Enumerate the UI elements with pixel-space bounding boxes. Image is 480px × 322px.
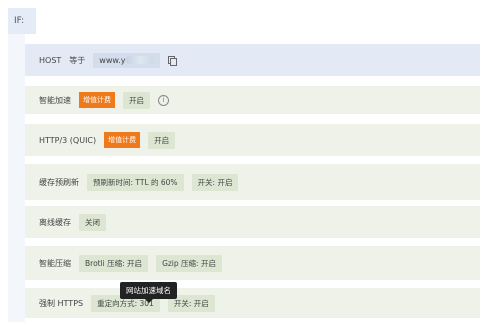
http3-status: 开启 [148, 131, 176, 149]
http3-label: HTTP/3 (QUIC) [39, 135, 97, 145]
info-icon[interactable]: i [158, 94, 169, 106]
host-value-text: www.y [99, 55, 126, 65]
compress-label: 智能压缩 [39, 258, 71, 268]
host-condition-row: HOST 等于 www.y [25, 44, 480, 76]
smart-accel-row: 智能加速 增值计费 开启 i [25, 86, 480, 114]
host-label: HOST [39, 55, 62, 65]
copy-icon[interactable] [168, 55, 178, 66]
offline-status: 关闭 [79, 213, 106, 231]
smart-compress-row: 智能压缩 Brotli 压缩: 开启 Gzip 压缩: 开启 [25, 246, 480, 280]
offline-label: 离线缓存 [39, 217, 71, 227]
host-value-redacted [126, 56, 155, 64]
prefresh-time: 预刷新时间: TTL 的 60% [87, 173, 184, 191]
force-https-row: 强制 HTTPS 重定向方式: 301 开关: 开启 [25, 288, 480, 318]
gzip-status: Gzip 压缩: 开启 [156, 254, 222, 272]
prefresh-label: 缓存预刷新 [39, 177, 79, 187]
host-operator: 等于 [69, 55, 86, 65]
condition-rail [8, 34, 25, 322]
http3-billing-badge: 增值计费 [104, 132, 141, 148]
smart-accel-label: 智能加速 [39, 95, 71, 105]
offline-cache-row: 离线缓存 关闭 [25, 206, 480, 238]
http3-row: HTTP/3 (QUIC) 增值计费 开启 [25, 124, 480, 156]
host-value: www.y [93, 52, 161, 68]
cache-prefresh-row: 缓存预刷新 预刷新时间: TTL 的 60% 开关: 开启 [25, 164, 480, 200]
tooltip: 网站加速域名 [120, 282, 177, 303]
prefresh-switch: 开关: 开启 [191, 173, 239, 191]
if-condition-tag: IF: [8, 8, 36, 34]
smart-accel-billing-badge: 增值计费 [79, 92, 115, 108]
brotli-status: Brotli 压缩: 开启 [79, 254, 149, 272]
https-label: 强制 HTTPS [39, 298, 84, 308]
smart-accel-status: 开启 [123, 91, 150, 109]
